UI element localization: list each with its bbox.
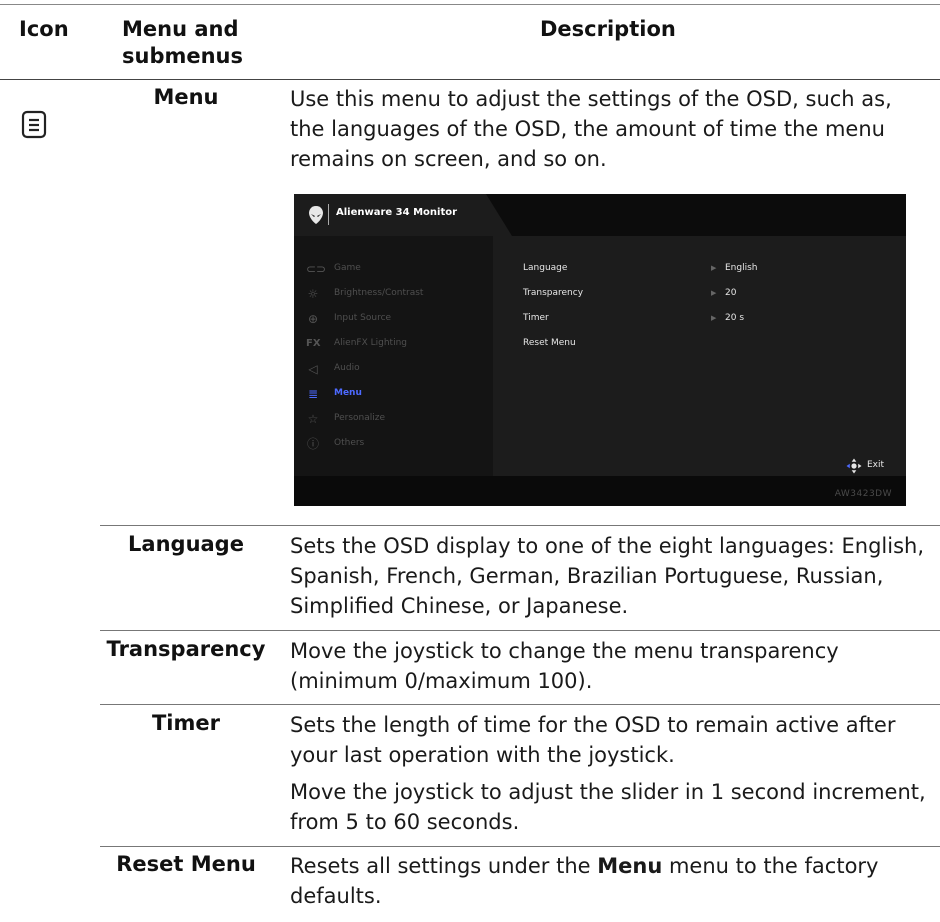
row-divider [100, 704, 940, 705]
timer-label: Timer [151, 711, 220, 735]
osd-title-separator [328, 204, 329, 225]
menu-label: Menu [153, 85, 219, 109]
osd-menu-item-brightness[interactable]: ☼ Brightness/Contrast [306, 287, 486, 303]
table-top-rule [0, 4, 940, 5]
fx-icon: FX [306, 338, 321, 349]
joystick-icon [846, 458, 862, 474]
speaker-icon: ◁ [308, 362, 318, 376]
header-menu-column: Menu and submenus [122, 17, 244, 68]
osd-menu-item-others[interactable]: ⓘ Others [306, 437, 486, 453]
play-arrow-icon: ▶ [711, 289, 717, 297]
osd-menu-item-audio[interactable]: ◁ Audio [306, 362, 486, 378]
row-divider [100, 525, 940, 526]
transparency-description: Move the joystick to change the menu tra… [290, 639, 839, 693]
play-arrow-icon: ▶ [711, 314, 717, 322]
row-divider [100, 846, 940, 847]
menu-icon: ≣ [307, 387, 319, 401]
osd-setting-reset-menu[interactable]: Reset Menu [523, 338, 883, 352]
osd-menu-item-input-source[interactable]: ⊕ Input Source [306, 312, 486, 328]
osd-setting-timer[interactable]: Timer ▶ 20 s [523, 313, 883, 327]
timer-description: Sets the length of time for the OSD to r… [290, 713, 896, 767]
osd-menu-item-alienfx[interactable]: FX AlienFX Lighting [306, 337, 486, 353]
menu-icon [21, 110, 47, 139]
gamepad-icon: ⊂⊃ [306, 262, 327, 276]
osd-menu-item-game[interactable]: ⊂⊃ Game [306, 262, 486, 278]
osd-menu-item-personalize[interactable]: ☆ Personalize [306, 412, 486, 428]
osd-setting-language[interactable]: Language ▶ English [523, 263, 883, 277]
osd-exit-label: Exit [867, 460, 885, 470]
info-icon: ⓘ [306, 437, 319, 451]
osd-bottom-bar: AW3423DW [294, 476, 906, 506]
reset-menu-label: Reset Menu [116, 852, 256, 876]
timer-description-2: Move the joystick to adjust the slider i… [290, 780, 926, 834]
osd-model-name: AW3423DW [834, 489, 892, 499]
osd-setting-transparency[interactable]: Transparency ▶ 20 [523, 288, 883, 302]
table-header-rule [0, 79, 940, 80]
row-divider [100, 630, 940, 631]
star-icon: ☆ [307, 412, 319, 426]
transparency-label: Transparency [106, 637, 266, 661]
osd-screenshot: Alienware 34 Monitor ⊂⊃ Game ☼ Brightnes… [294, 194, 906, 506]
language-label: Language [128, 532, 244, 556]
header-description-column: Description [540, 17, 676, 41]
brightness-icon: ☼ [307, 287, 319, 301]
menu-description: Use this menu to adjust the settings of … [290, 87, 892, 171]
osd-title: Alienware 34 Monitor [336, 207, 458, 218]
input-source-icon: ⊕ [307, 312, 319, 326]
header-icon-column: Icon [19, 17, 69, 41]
alienware-logo-icon [309, 206, 323, 224]
osd-menu-item-menu[interactable]: ≣ Menu [306, 387, 486, 403]
reset-menu-description: Resets all settings under the Menu menu … [290, 854, 879, 908]
play-arrow-icon: ▶ [711, 264, 717, 272]
language-description: Sets the OSD display to one of the eight… [290, 534, 925, 618]
